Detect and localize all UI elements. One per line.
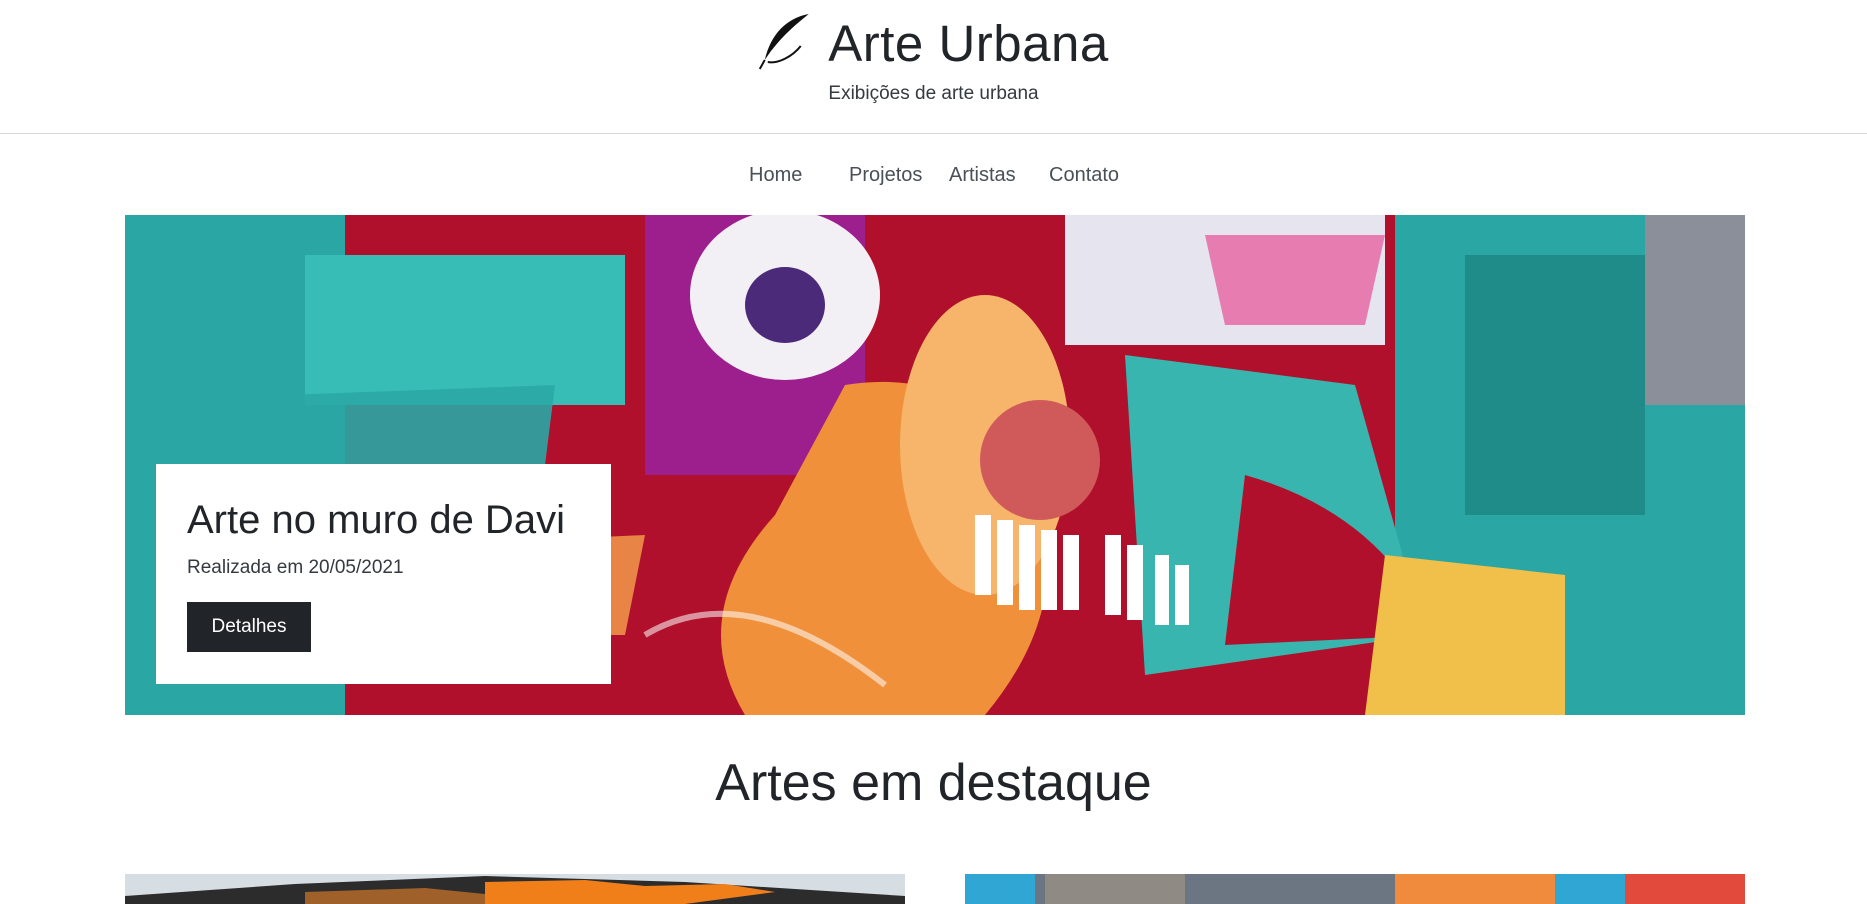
featured-art-image-1 — [125, 874, 905, 904]
site-header: Arte Urbana Exibições de arte urbana — [0, 0, 1867, 134]
site-title: Arte Urbana — [828, 14, 1109, 72]
featured-card-2[interactable] — [965, 874, 1745, 904]
main-nav: Home Projetos Artistas Contato — [0, 134, 1867, 216]
featured-art-image-2 — [965, 874, 1745, 904]
nav-projetos[interactable]: Projetos — [849, 164, 922, 187]
hero-card: Arte no muro de Davi Realizada em 20/05/… — [156, 464, 611, 684]
nav-contato[interactable]: Contato — [1049, 164, 1119, 187]
nav-artistas[interactable]: Artistas — [949, 164, 1016, 187]
featured-card-1[interactable] — [125, 874, 905, 904]
feather-icon — [758, 12, 810, 75]
hero-date: Realizada em 20/05/2021 — [187, 557, 404, 578]
hero-banner: Arte no muro de Davi Realizada em 20/05/… — [125, 215, 1745, 715]
hero-title: Arte no muro de Davi — [187, 498, 565, 542]
brand[interactable]: Arte Urbana — [758, 12, 1108, 75]
site-subtitle: Exibições de arte urbana — [828, 83, 1039, 104]
details-button[interactable]: Detalhes — [187, 602, 311, 652]
featured-title: Artes em destaque — [715, 754, 1152, 812]
nav-home[interactable]: Home — [749, 164, 802, 187]
